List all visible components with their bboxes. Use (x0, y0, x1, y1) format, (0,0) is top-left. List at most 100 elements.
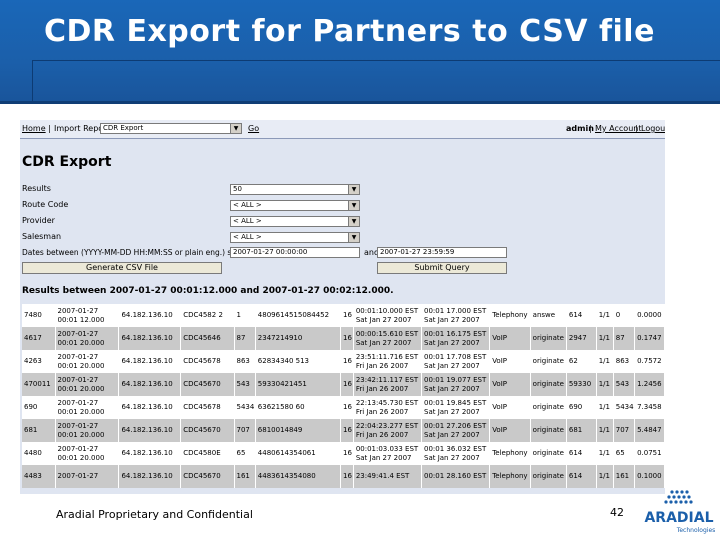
table-cell: originate (530, 350, 567, 373)
table-cell: 64.182.136.10 (118, 304, 182, 327)
table-cell: 2007-01-27 00:01 20.000 (55, 327, 120, 350)
table-cell: 681 (566, 419, 597, 442)
table-cell: 2007-01-27 00:01 20.000 (55, 442, 120, 465)
salesman-select-value: < ALL > (233, 233, 262, 241)
table-cell: 1/1 (596, 327, 614, 350)
table-cell: 00:01 16.175 EST Sat Jan 27 2007 (421, 327, 491, 350)
table-cell: 63621580 60 (255, 396, 342, 419)
chevron-down-icon: ▼ (348, 185, 359, 194)
table-cell: 4480614354061 (255, 442, 342, 465)
route-code-select[interactable]: < ALL > ▼ (230, 200, 360, 211)
table-cell: 1/1 (596, 396, 614, 419)
end-date-input[interactable]: 2007-01-27 23:59:59 (377, 247, 507, 258)
header-divider (0, 101, 720, 104)
table-cell: 2007-01-27 00:01 20.000 (55, 396, 120, 419)
salesman-select[interactable]: < ALL > ▼ (230, 232, 360, 243)
table-cell: 1/1 (596, 304, 614, 327)
nav-home-link[interactable]: Home (22, 124, 46, 133)
table-cell: originate (530, 442, 567, 465)
table-cell: 863 (234, 350, 256, 373)
table-cell: 614 (566, 442, 597, 465)
results-select[interactable]: 50 ▼ (230, 184, 360, 195)
table-cell: 23:51:11.716 EST Fri Jan 26 2007 (353, 350, 423, 373)
table-cell: CDC45670 (180, 373, 235, 396)
table-row: 690 2007-01-27 00:01 20.000 64.182.136.10 C… (22, 396, 665, 419)
table-cell: 00:01:03.033 EST Sat Jan 27 2007 (353, 442, 423, 465)
table-cell: originate (530, 396, 567, 419)
table-cell: 7.3458 (634, 396, 665, 419)
page-title: CDR Export (22, 154, 112, 170)
table-cell: 16 (340, 419, 354, 442)
submit-query-button[interactable]: Submit Query (377, 262, 507, 274)
table-cell: 87 (234, 327, 256, 350)
chevron-down-icon: ▼ (348, 201, 359, 210)
table-cell: originate (530, 373, 567, 396)
table-cell: 00:00:15.610 EST Sat Jan 27 2007 (353, 327, 423, 350)
provider-select[interactable]: < ALL > ▼ (230, 216, 360, 227)
table-cell: 23:42:11.117 EST Fri Jan 26 2007 (353, 373, 423, 396)
table-cell: 1/1 (596, 465, 614, 488)
results-select-value: 50 (233, 185, 242, 193)
table-cell: 00:01 19.077 EST Sat Jan 27 2007 (421, 373, 491, 396)
table-cell: 64.182.136.10 (118, 442, 182, 465)
table-cell: VoIP (489, 350, 531, 373)
table-cell: 00:01 17.000 EST Sat Jan 27 2007 (421, 304, 491, 327)
table-cell: 16 (340, 350, 354, 373)
table-row: 470011 2007-01-27 00:01 20.000 64.182.136.… (22, 373, 665, 396)
table-cell: 00:01 17.708 EST Sat Jan 27 2007 (421, 350, 491, 373)
table-cell: 543 (613, 373, 636, 396)
table-cell: 5434 (613, 396, 636, 419)
go-link[interactable]: Go (248, 124, 259, 133)
results-heading: Results between 2007-01-27 00:01:12.000 … (22, 286, 394, 296)
table-cell: 1.2456 (634, 373, 665, 396)
generate-csv-button[interactable]: Generate CSV File (22, 262, 222, 274)
table-cell: 00:01:10.000 EST Sat Jan 27 2007 (353, 304, 423, 327)
table-cell: 161 (234, 465, 256, 488)
table-cell: 2007-01-27 00:01 20.000 (55, 419, 120, 442)
table-cell: Telephony (489, 304, 531, 327)
table-cell: CDC45678 (180, 396, 235, 419)
table-cell: 707 (234, 419, 256, 442)
table-cell: 00:01 36.032 EST Sat Jan 27 2007 (421, 442, 491, 465)
table-cell: answe (530, 304, 567, 327)
table-cell: 22:13:45.730 EST Fri Jan 26 2007 (353, 396, 423, 419)
table-cell: 2007-01-27 00:01 12.000 (55, 304, 120, 327)
table-cell: 4263 (22, 350, 56, 373)
table-cell: 59330421451 (255, 373, 342, 396)
table-cell: originate (530, 419, 567, 442)
table-row: 4483 2007-01-27 64.182.136.10 CDC45670 161 44… (22, 465, 665, 488)
table-cell: 65 (234, 442, 256, 465)
table-cell: 1 (234, 304, 256, 327)
table-cell: 62834340 513 (255, 350, 342, 373)
table-cell: 707 (613, 419, 636, 442)
logo-subtext: Technologies (676, 527, 716, 534)
table-cell: 690 (566, 396, 597, 419)
table-cell: 64.182.136.10 (118, 327, 182, 350)
table-cell: 1/1 (596, 373, 614, 396)
table-cell: 64.182.136.10 (118, 396, 182, 419)
table-cell: 543 (234, 373, 256, 396)
table-cell: 614 (566, 304, 597, 327)
table-cell: 1/1 (596, 442, 614, 465)
table-row: 4263 2007-01-27 00:01 20.000 64.182.136.10… (22, 350, 665, 373)
chevron-down-icon: ▼ (348, 233, 359, 242)
table-cell: 00:01 19.845 EST Sat Jan 27 2007 (421, 396, 491, 419)
table-cell: CDC4580E (180, 442, 235, 465)
provider-select-value: < ALL > (233, 217, 262, 225)
table-cell: 2007-01-27 (55, 465, 120, 488)
table-cell: 16 (340, 396, 354, 419)
chevron-down-icon: ▼ (230, 124, 241, 133)
nav-separator: | (589, 124, 592, 133)
salesman-label: Salesman (22, 232, 62, 241)
table-cell: 863 (613, 350, 636, 373)
table-cell: 64.182.136.10 (118, 373, 182, 396)
logout-link[interactable]: Logout (641, 124, 665, 133)
table-cell: CDC45670 (180, 419, 235, 442)
results-label: Results (22, 184, 51, 193)
table-cell: 00:01 28.160 EST (421, 465, 491, 488)
table-cell: 2007-01-27 00:01 20.000 (55, 373, 120, 396)
start-date-input[interactable]: 2007-01-27 00:00:00 (230, 247, 360, 258)
report-select[interactable]: CDR Export ▼ (100, 123, 242, 134)
route-code-select-value: < ALL > (233, 201, 262, 209)
table-cell: 681 (22, 419, 56, 442)
